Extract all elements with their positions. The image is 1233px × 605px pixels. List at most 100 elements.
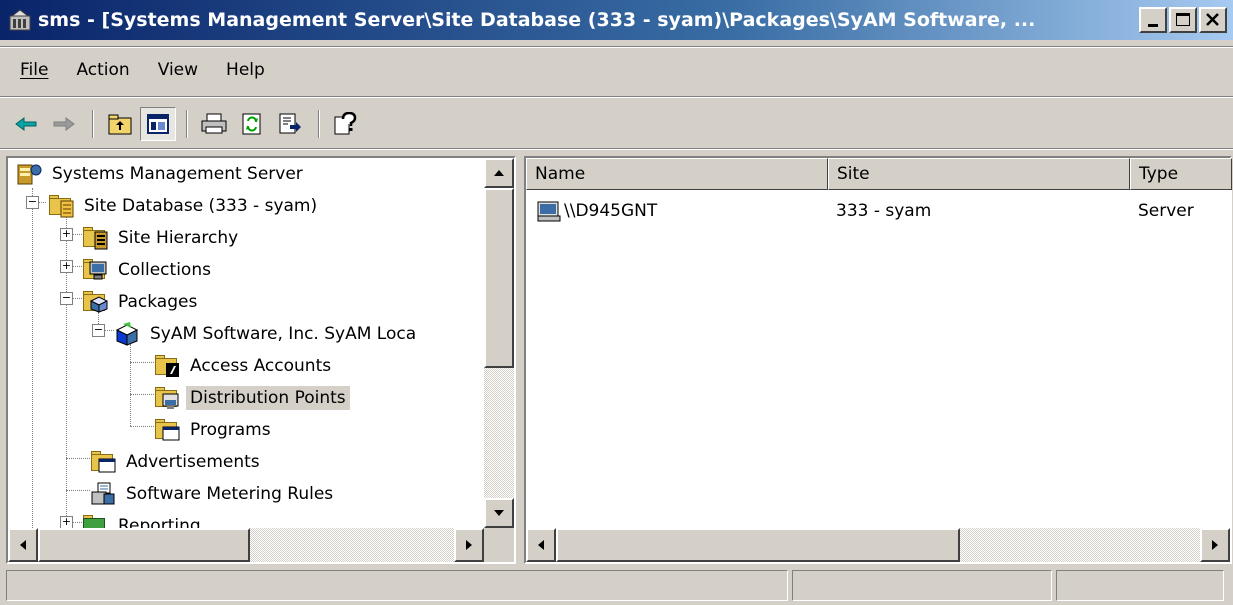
tree-label: Site Database (333 - syam) [84, 196, 318, 216]
column-header-type[interactable]: Type [1130, 158, 1232, 190]
expander-site-database[interactable]: − [26, 196, 39, 209]
forward-icon [53, 117, 75, 131]
tree-horizontal-scrollbar[interactable] [8, 528, 484, 562]
tree-label: Site Hierarchy [118, 228, 239, 248]
status-panel-tertiary [1056, 570, 1224, 601]
show-hide-console-tree-button[interactable] [140, 107, 176, 141]
arrow-down-icon [494, 510, 504, 516]
tree-label: Reporting [118, 516, 201, 528]
print-button[interactable] [196, 107, 232, 141]
site-hierarchy-icon [82, 226, 108, 250]
menu-action[interactable]: Action [62, 60, 143, 80]
maximize-icon [1176, 13, 1190, 26]
tree-label: Packages [118, 292, 198, 312]
minimize-button[interactable] [1139, 7, 1167, 33]
forward-button[interactable] [46, 107, 82, 141]
tree-label: Systems Management Server [52, 164, 303, 184]
up-one-level-button[interactable] [102, 107, 138, 141]
menu-file[interactable]: File [6, 60, 62, 80]
scrollbar-corner [484, 528, 514, 562]
expander-collections[interactable]: + [60, 260, 73, 273]
help-icon [334, 112, 357, 135]
refresh-button[interactable] [234, 107, 270, 141]
scroll-right-button[interactable] [454, 528, 484, 562]
expander-syam-package[interactable]: − [92, 324, 105, 337]
list-item[interactable]: \\D945GNT 333 - syam Server [526, 196, 1230, 226]
console-tree: − + + − − + Systems Management Server Si… [8, 158, 484, 528]
tree-label: Programs [190, 420, 271, 440]
expander-reporting[interactable]: + [60, 516, 73, 528]
maximize-button[interactable] [1169, 7, 1197, 33]
menu-view[interactable]: View [144, 60, 212, 80]
collections-icon [82, 258, 108, 282]
package-icon [114, 322, 140, 346]
column-header-site[interactable]: Site [828, 158, 1130, 190]
software-metering-icon [90, 482, 116, 506]
tree-label: Access Accounts [190, 356, 332, 376]
sms-console-icon [8, 8, 32, 32]
list-item-name: \\D945GNT [564, 201, 658, 221]
export-list-icon [279, 113, 301, 134]
scroll-thumb[interactable] [556, 528, 960, 562]
scroll-thumb[interactable] [38, 528, 250, 562]
tree-item-syam-package[interactable]: SyAM Software, Inc. SyAM Loca [114, 318, 420, 350]
refresh-icon [242, 113, 261, 135]
show-hide-tree-icon [147, 114, 169, 134]
tree-label: Advertisements [126, 452, 260, 472]
close-button[interactable] [1199, 7, 1227, 33]
up-folder-icon [108, 114, 132, 135]
back-button[interactable] [8, 107, 44, 141]
title-bar[interactable]: sms - [Systems Management Server\Site Da… [0, 0, 1233, 40]
server-share-icon [536, 199, 562, 223]
list-horizontal-scrollbar[interactable] [526, 528, 1230, 562]
scroll-right-button[interactable] [1200, 528, 1230, 562]
tree-item-access-accounts[interactable]: Access Accounts [154, 350, 335, 382]
arrow-left-icon [538, 540, 544, 550]
programs-icon [154, 418, 180, 442]
tree-item-collections[interactable]: Collections [82, 254, 215, 286]
tree-label: Software Metering Rules [126, 484, 334, 504]
tree-label: Collections [118, 260, 211, 280]
tree-vertical-scrollbar[interactable] [484, 158, 514, 528]
reporting-icon [82, 514, 108, 528]
tree-item-reporting[interactable]: Reporting [82, 510, 205, 528]
tree-item-packages[interactable]: Packages [82, 286, 201, 318]
menu-help[interactable]: Help [212, 60, 279, 80]
expander-packages[interactable]: − [60, 292, 73, 305]
scroll-up-button[interactable] [484, 158, 514, 188]
tree-item-systems-management-server[interactable]: Systems Management Server [16, 158, 307, 190]
console-tree-pane[interactable]: − + + − − + Systems Management Server Si… [6, 156, 516, 564]
tree-label: SyAM Software, Inc. SyAM Loca [150, 324, 417, 344]
site-database-icon [48, 194, 74, 218]
status-bar [0, 568, 1233, 605]
tree-item-software-metering-rules[interactable]: Software Metering Rules [90, 478, 337, 510]
scroll-down-button[interactable] [484, 498, 514, 528]
column-header-name[interactable]: Name [526, 158, 828, 190]
status-panel-main [6, 570, 788, 601]
tree-item-distribution-points[interactable]: Distribution Points [154, 382, 350, 414]
close-icon [1206, 13, 1219, 26]
expander-site-hierarchy[interactable]: + [60, 228, 73, 241]
arrow-right-icon [1212, 540, 1218, 550]
tree-item-site-database[interactable]: Site Database (333 - syam) [48, 190, 321, 222]
tree-item-advertisements[interactable]: Advertisements [90, 446, 264, 478]
details-pane[interactable]: Name Site Type \\D945GNT 333 - syam Serv… [524, 156, 1232, 564]
export-list-button[interactable] [272, 107, 308, 141]
advertisements-icon [90, 450, 116, 474]
minimize-icon [1148, 24, 1158, 27]
packages-icon [82, 290, 108, 314]
tree-label: Distribution Points [186, 386, 350, 410]
scroll-left-button[interactable] [526, 528, 556, 562]
toolbar [0, 104, 1233, 144]
help-button[interactable] [328, 107, 364, 141]
scroll-left-button[interactable] [8, 528, 38, 562]
tree-item-programs[interactable]: Programs [154, 414, 275, 446]
list-item-site: 333 - syam [836, 201, 932, 221]
distribution-points-icon [154, 386, 180, 410]
toolbar-separator [318, 110, 320, 138]
tree-item-site-hierarchy[interactable]: Site Hierarchy [82, 222, 242, 254]
print-icon [201, 113, 227, 134]
scroll-thumb[interactable] [484, 188, 514, 368]
sms-server-icon [16, 162, 42, 186]
arrow-up-icon [494, 170, 504, 176]
